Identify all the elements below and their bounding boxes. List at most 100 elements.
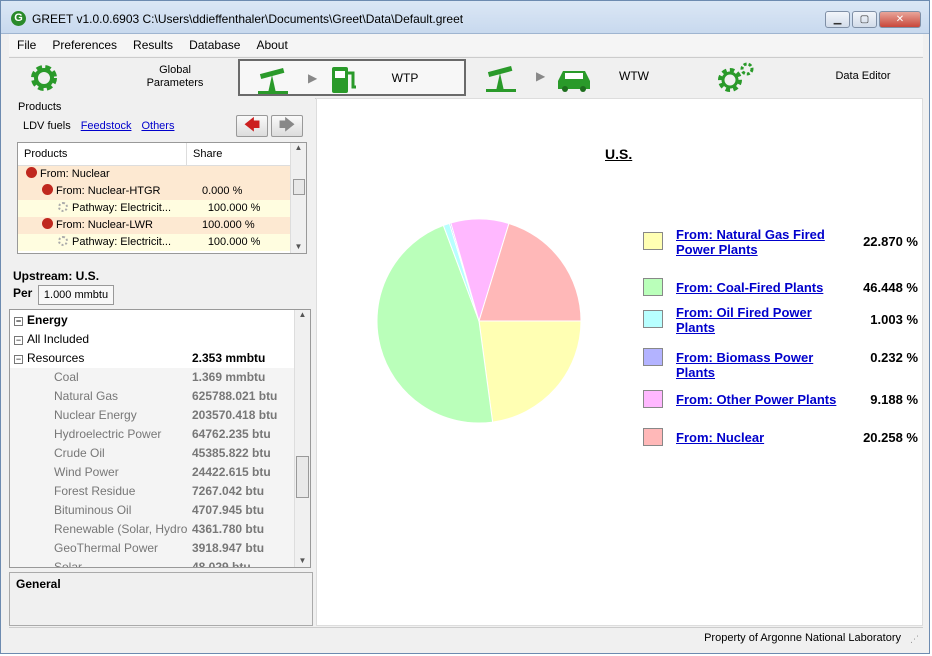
wtp-button[interactable]: ▶ WTP	[238, 59, 466, 96]
title-bar: G GREET v1.0.0.6903 C:\Users\ddieffentha…	[1, 1, 929, 34]
scroll-up-icon[interactable]: ▲	[291, 143, 306, 152]
product-share	[190, 166, 290, 183]
forward-button[interactable]: 🡆	[271, 115, 303, 137]
tab-feedstock[interactable]: Feedstock	[81, 120, 132, 132]
tree-label: − Resources	[14, 349, 84, 368]
column-header-share[interactable]: Share	[187, 143, 289, 165]
window-controls: ▁ ▢ ✕	[823, 11, 921, 28]
maximize-button[interactable]: ▢	[852, 11, 877, 28]
scroll-up-icon[interactable]: ▲	[295, 310, 310, 319]
tree-row[interactable]: − Energy	[10, 311, 296, 330]
tree-value: 4707.945 btu	[192, 503, 265, 517]
general-panel: General	[9, 572, 313, 626]
legend-item-link[interactable]: From: Oil Fired Power Plants	[676, 305, 846, 335]
collapse-icon[interactable]: −	[14, 336, 23, 345]
left-pane: Products LDV fuels Feedstock Others 🡄 🡆 …	[9, 98, 315, 626]
products-table-header: Products Share	[18, 143, 306, 166]
product-share: 100.000 %	[207, 202, 261, 214]
tree-row[interactable]: Bituminous Oil 4707.945 btu	[10, 501, 296, 520]
tree-row[interactable]: GeoThermal Power 3918.947 btu	[10, 539, 296, 558]
minimize-button[interactable]: ▁	[825, 11, 850, 28]
tree-row[interactable]: − All Included	[10, 330, 296, 349]
global-parameters-button[interactable]: Global Parameters	[9, 59, 237, 96]
product-label: Pathway: Electricit...	[72, 236, 172, 248]
global-parameters-label: Global Parameters	[146, 64, 204, 89]
wtw-button[interactable]: ▶ WTW	[468, 59, 696, 96]
product-name: Pathway: Electricit...	[18, 234, 202, 251]
legend-swatch	[643, 428, 663, 446]
tree-row[interactable]: Crude Oil 45385.822 btu	[10, 444, 296, 463]
tree-row[interactable]: Solar 48.029 btu	[10, 558, 296, 567]
menu-results[interactable]: Results	[125, 38, 181, 52]
arrow-right-icon: ▶	[536, 69, 546, 83]
legend-swatch	[643, 232, 663, 250]
tree-label-text: Resources	[27, 351, 85, 365]
resize-grip-icon[interactable]: ⋰	[910, 634, 919, 645]
tree-row[interactable]: Forest Residue 7267.042 btu	[10, 482, 296, 501]
collapse-icon[interactable]	[42, 184, 53, 195]
menu-preferences[interactable]: Preferences	[44, 38, 125, 52]
per-label: Per	[13, 286, 33, 300]
legend-value: 0.232 %	[870, 350, 918, 365]
product-name: From: Nuclear-LWR	[18, 217, 196, 234]
tree-label: Renewable (Solar, Hydro	[54, 520, 187, 539]
collapse-icon[interactable]: −	[14, 355, 23, 364]
tree-row[interactable]: Natural Gas 625788.021 btu	[10, 387, 296, 406]
tree-label-text: All Included	[27, 332, 90, 346]
tree-label: Nuclear Energy	[54, 406, 137, 425]
collapse-icon[interactable]: −	[14, 317, 23, 326]
gear-icon	[58, 236, 68, 246]
legend-value: 1.003 %	[870, 312, 918, 327]
table-row[interactable]: From: Nuclear-HTGR 0.000 %	[18, 183, 290, 200]
tree-label: Bituminous Oil	[54, 501, 131, 520]
menu-file[interactable]: File	[9, 38, 44, 52]
tree-row[interactable]: Hydroelectric Power 64762.235 btu	[10, 425, 296, 444]
per-unit-button[interactable]: 1.000 mmbtu	[38, 285, 114, 305]
tree-row[interactable]: Coal 1.369 mmbtu	[10, 368, 296, 387]
data-editor-button[interactable]: Data Editor	[698, 59, 923, 96]
tab-others[interactable]: Others	[141, 120, 174, 132]
tree-value: 203570.418 btu	[192, 408, 278, 422]
menu-database[interactable]: Database	[181, 38, 248, 52]
scroll-thumb[interactable]	[296, 456, 309, 498]
gear-icon	[31, 65, 57, 91]
tree-row[interactable]: Wind Power 24422.615 btu	[10, 463, 296, 482]
legend-item-link[interactable]: From: Natural Gas Fired Power Plants	[676, 227, 846, 257]
tree-label-text: Energy	[27, 313, 68, 327]
product-label: From: Nuclear-LWR	[56, 219, 153, 231]
tree-label-text: GeoThermal Power	[54, 541, 159, 555]
status-bar: Property of Argonne National Laboratory …	[9, 627, 923, 650]
status-text: Property of Argonne National Laboratory	[704, 632, 901, 644]
legend-item-link[interactable]: From: Coal-Fired Plants	[676, 280, 846, 295]
tree-label: Solar	[54, 558, 82, 567]
tree-row[interactable]: Nuclear Energy 203570.418 btu	[10, 406, 296, 425]
legend-item-link[interactable]: From: Other Power Plants	[676, 392, 846, 407]
tab-ldv-fuels[interactable]: LDV fuels	[23, 120, 71, 132]
wtp-label: WTP	[391, 71, 419, 85]
tree-value: 4361.780 btu	[192, 522, 265, 536]
table-row[interactable]: From: Nuclear	[18, 166, 290, 183]
column-header-products[interactable]: Products	[18, 143, 187, 165]
legend-value: 9.188 %	[870, 392, 918, 407]
legend-item-link[interactable]: From: Nuclear	[676, 430, 846, 445]
collapse-icon[interactable]	[42, 218, 53, 229]
products-scrollbar[interactable]: ▲ ▼	[290, 143, 306, 253]
table-row[interactable]: From: Nuclear-LWR 100.000 %	[18, 217, 290, 234]
tree-label-text: Hydroelectric Power	[54, 427, 162, 441]
tree-row[interactable]: Renewable (Solar, Hydro 4361.780 btu	[10, 520, 296, 539]
pie-slice[interactable]	[478, 320, 582, 423]
collapse-icon[interactable]	[26, 167, 37, 178]
scroll-down-icon[interactable]: ▼	[291, 242, 306, 251]
table-row[interactable]: Pathway: Electricit... 100.000 %	[18, 200, 290, 217]
energy-tree-scrollbar[interactable]: ▲ ▼	[294, 310, 310, 567]
legend-item-link[interactable]: From: Biomass Power Plants	[676, 350, 846, 380]
scroll-thumb[interactable]	[293, 179, 305, 195]
back-button[interactable]: 🡄	[236, 115, 268, 137]
scroll-down-icon[interactable]: ▼	[295, 556, 310, 565]
tree-row[interactable]: − Resources 2.353 mmbtu	[10, 349, 296, 368]
menu-about[interactable]: About	[248, 38, 295, 52]
close-button[interactable]: ✕	[879, 11, 921, 28]
pumpjack-icon	[258, 67, 288, 94]
tree-value: 2.353 mmbtu	[192, 351, 266, 365]
table-row[interactable]: Pathway: Electricit... 100.000 %	[18, 234, 290, 251]
